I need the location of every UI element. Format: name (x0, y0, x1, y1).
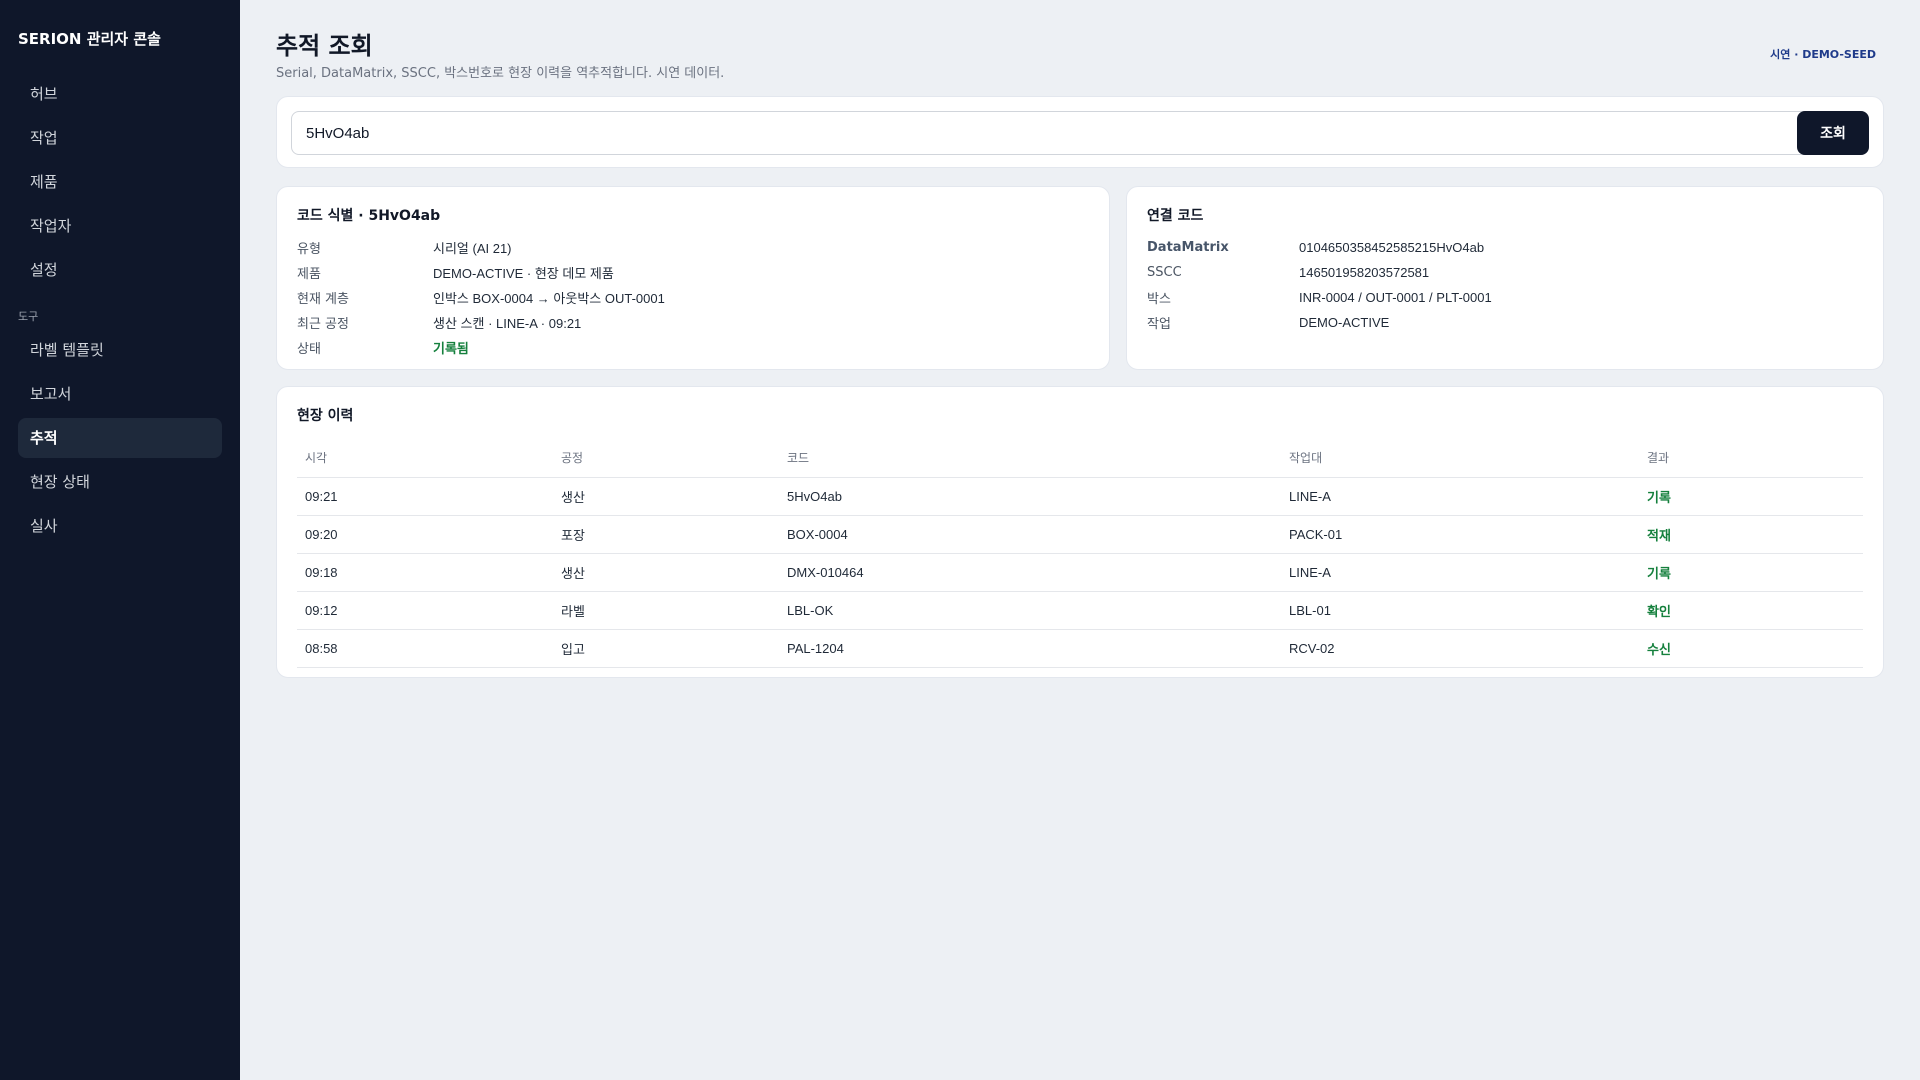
sidebar: SERION 관리자 콘솔 허브 작업 제품 작업자 설정 도구 라벨 템플릿 … (0, 0, 240, 1080)
linked-key: SSCC (1147, 265, 1182, 280)
detail-row-hierarchy: 현재 계층 인박스 BOX-0004 → 아웃박스 OUT-0001 (297, 285, 665, 310)
sidebar-item-workers[interactable]: 작업자 (18, 206, 222, 246)
cell-code: DMX-010464 (779, 553, 1281, 592)
cell-station: LINE-A (1281, 477, 1639, 516)
history-table: 시각 공정 코드 작업대 결과 09:21 생산 5HvO4ab LINE-A … (297, 439, 1863, 668)
sidebar-item-products[interactable]: 제품 (18, 162, 222, 202)
linked-codes-card: 연결 코드 DataMatrix 0104650358452585215HvO4… (1126, 186, 1884, 370)
cell-station: LINE-A (1281, 553, 1639, 592)
table-row: 09:20 포장 BOX-0004 PACK-01 적재 (297, 515, 1863, 554)
cell-station: RCV-02 (1281, 629, 1639, 668)
linked-value: 146501958203572581 (1299, 265, 1430, 280)
code-details: 유형 시리얼 (AI 21) 제품 DEMO-ACTIVE · 현장 데모 제품… (297, 235, 665, 360)
sidebar-item-settings[interactable]: 설정 (18, 250, 222, 290)
table-row: 09:18 생산 DMX-010464 LINE-A 기록 (297, 553, 1863, 592)
detail-row-type: 유형 시리얼 (AI 21) (297, 235, 665, 260)
linked-key: 작업 (1147, 317, 1171, 332)
table-row: 09:12 라벨 LBL-OK LBL-01 확인 (297, 591, 1863, 630)
cell-result: 기록 (1639, 477, 1863, 516)
cell-station: PACK-01 (1281, 515, 1639, 554)
demo-mode-badge: 시연 · DEMO-SEED (1770, 48, 1876, 61)
cell-time: 09:12 (297, 591, 553, 630)
page-title: 추적 조회 (276, 32, 373, 60)
cell-time: 09:20 (297, 515, 553, 554)
table-row: 08:58 입고 PAL-1204 RCV-02 수신 (297, 629, 1863, 668)
column-header-code: 코드 (779, 439, 1281, 478)
cell-code: 5HvO4ab (779, 477, 1281, 516)
status-value: 기록됨 (433, 341, 469, 356)
code-identification-title: 코드 식별 · 5HvO4ab (297, 208, 441, 224)
column-header-process: 공정 (553, 439, 779, 478)
detail-key: 제품 (297, 267, 321, 282)
linked-row-box: 박스 INR-0004 / OUT-0001 / PLT-0001 (1147, 285, 1492, 310)
cell-result: 확인 (1639, 591, 1863, 630)
table-header-row: 시각 공정 코드 작업대 결과 (297, 439, 1863, 478)
cell-result: 수신 (1639, 629, 1863, 668)
sidebar-item-trace[interactable]: 추적 (18, 418, 222, 458)
detail-key: 유형 (297, 242, 321, 257)
cell-code: LBL-OK (779, 591, 1281, 630)
detail-key: 상태 (297, 342, 321, 357)
column-header-result: 결과 (1639, 439, 1863, 478)
cell-process: 포장 (553, 515, 779, 554)
sidebar-item-label-templates[interactable]: 라벨 템플릿 (18, 330, 222, 370)
detail-value: 생산 스캔 · LINE-A · 09:21 (433, 316, 582, 331)
linked-value: 0104650358452585215HvO4ab (1299, 240, 1485, 255)
main-content: 추적 조회 Serial, DataMatrix, SSCC, 박스번호로 현장… (240, 0, 1920, 1080)
detail-value: 시리얼 (AI 21) (433, 241, 512, 256)
cell-station: LBL-01 (1281, 591, 1639, 630)
cell-process: 입고 (553, 629, 779, 668)
site-history-card: 현장 이력 시각 공정 코드 작업대 결과 09:21 생산 5HvO4ab L… (276, 386, 1884, 678)
detail-key: 최근 공정 (297, 317, 349, 332)
linked-codes-details: DataMatrix 0104650358452585215HvO4ab SSC… (1147, 235, 1492, 335)
linked-value: DEMO-ACTIVE (1299, 315, 1390, 330)
column-header-time: 시각 (297, 439, 553, 478)
linked-row-datamatrix: DataMatrix 0104650358452585215HvO4ab (1147, 235, 1492, 260)
linked-row-job: 작업 DEMO-ACTIVE (1147, 310, 1492, 335)
detail-value: DEMO-ACTIVE · 현장 데모 제품 (433, 266, 614, 281)
sidebar-item-jobs[interactable]: 작업 (18, 118, 222, 158)
sidebar-item-hub[interactable]: 허브 (18, 74, 222, 114)
linked-key: 박스 (1147, 292, 1171, 307)
sidebar-item-reports[interactable]: 보고서 (18, 374, 222, 414)
cell-code: PAL-1204 (779, 629, 1281, 668)
sidebar-item-inventory-audit[interactable]: 실사 (18, 506, 222, 546)
sidebar-item-site-status[interactable]: 현장 상태 (18, 462, 222, 502)
cell-time: 08:58 (297, 629, 553, 668)
detail-value: 인박스 BOX-0004 → 아웃박스 OUT-0001 (433, 291, 665, 306)
column-header-station: 작업대 (1281, 439, 1639, 478)
code-identification-card: 코드 식별 · 5HvO4ab 유형 시리얼 (AI 21) 제품 DEMO-A… (276, 186, 1110, 370)
linked-value: INR-0004 / OUT-0001 / PLT-0001 (1299, 290, 1492, 305)
linked-row-sscc: SSCC 146501958203572581 (1147, 260, 1492, 285)
cell-process: 생산 (553, 477, 779, 516)
linked-key: DataMatrix (1147, 240, 1229, 255)
site-history-title: 현장 이력 (297, 408, 354, 424)
search-input[interactable] (291, 111, 1815, 155)
cell-time: 09:18 (297, 553, 553, 592)
detail-row-last-process: 최근 공정 생산 스캔 · LINE-A · 09:21 (297, 310, 665, 335)
cell-process: 라벨 (553, 591, 779, 630)
search-card: 조회 (276, 96, 1884, 168)
brand-title: SERION 관리자 콘솔 (18, 30, 161, 48)
table-row: 09:21 생산 5HvO4ab LINE-A 기록 (297, 477, 1863, 516)
cell-result: 적재 (1639, 515, 1863, 554)
cell-result: 기록 (1639, 553, 1863, 592)
cell-time: 09:21 (297, 477, 553, 516)
sidebar-section-tools: 도구 (18, 310, 39, 323)
detail-row-status: 상태 기록됨 (297, 335, 665, 360)
search-button[interactable]: 조회 (1797, 111, 1869, 155)
linked-codes-title: 연결 코드 (1147, 208, 1204, 224)
cell-code: BOX-0004 (779, 515, 1281, 554)
page-subtitle: Serial, DataMatrix, SSCC, 박스번호로 현장 이력을 역… (276, 66, 725, 81)
detail-row-product: 제품 DEMO-ACTIVE · 현장 데모 제품 (297, 260, 665, 285)
cell-process: 생산 (553, 553, 779, 592)
detail-key: 현재 계층 (297, 292, 349, 307)
